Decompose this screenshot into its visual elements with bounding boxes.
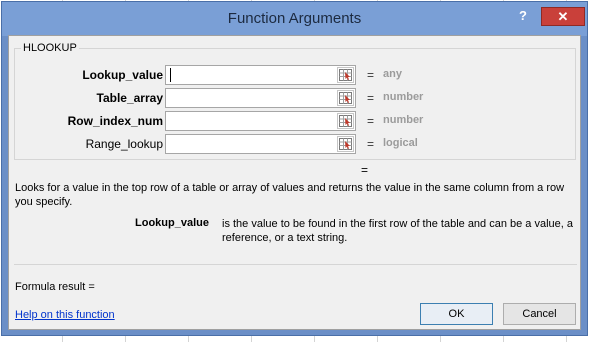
range-selector-icon[interactable] [337, 113, 354, 129]
range-selector-icon[interactable] [337, 90, 354, 106]
arg-type-hint: number [383, 114, 424, 126]
arg-type-hint: number [383, 91, 424, 103]
arguments-group: HLOOKUP Lookup_value = any Table_array =… [14, 42, 576, 160]
divider [14, 264, 577, 265]
arg-help-name: Lookup_value [135, 217, 209, 229]
range-selector-icon[interactable] [337, 67, 354, 83]
arg-label: Table_array [96, 91, 164, 105]
function-name: HLOOKUP [21, 42, 79, 54]
text-caret [170, 68, 171, 82]
function-description: Looks for a value in the top row of a ta… [15, 182, 565, 208]
dialog-title: Function Arguments [227, 10, 362, 27]
equals-sign: = [367, 114, 375, 128]
lookup-value-input[interactable] [165, 65, 356, 85]
arg-help-text: is the value to be found in the first ro… [222, 218, 574, 244]
arg-type-hint: logical [383, 137, 418, 149]
title-bar[interactable]: Function Arguments ? ✕ [2, 2, 587, 36]
help-icon[interactable]: ? [519, 8, 527, 23]
ok-button[interactable]: OK [420, 303, 493, 325]
arg-type-hint: any [383, 68, 402, 80]
arg-row-lookup-value: Lookup_value = any [15, 64, 575, 86]
range-lookup-input[interactable] [165, 134, 356, 154]
arg-label: Range_lookup [85, 137, 163, 151]
dialog-body: HLOOKUP Lookup_value = any Table_array =… [8, 35, 581, 330]
function-result-equals: = [361, 163, 369, 177]
help-on-function-link[interactable]: Help on this function [15, 309, 115, 321]
equals-sign: = [367, 68, 375, 82]
arg-label: Lookup_value [82, 68, 163, 82]
row-index-num-input[interactable] [165, 111, 356, 131]
table-array-input[interactable] [165, 88, 356, 108]
arg-label: Row_index_num [67, 114, 163, 128]
range-selector-icon[interactable] [337, 136, 354, 152]
equals-sign: = [367, 91, 375, 105]
close-button[interactable]: ✕ [541, 7, 585, 26]
cancel-button[interactable]: Cancel [503, 303, 576, 325]
arg-row-range-lookup: Range_lookup = logical [15, 133, 575, 155]
arg-row-table-array: Table_array = number [15, 87, 575, 109]
equals-sign: = [367, 137, 375, 151]
formula-result: Formula result = [15, 281, 95, 293]
function-arguments-dialog: Function Arguments ? ✕ HLOOKUP Lookup_va… [1, 1, 588, 336]
arg-row-row-index-num: Row_index_num = number [15, 110, 575, 132]
